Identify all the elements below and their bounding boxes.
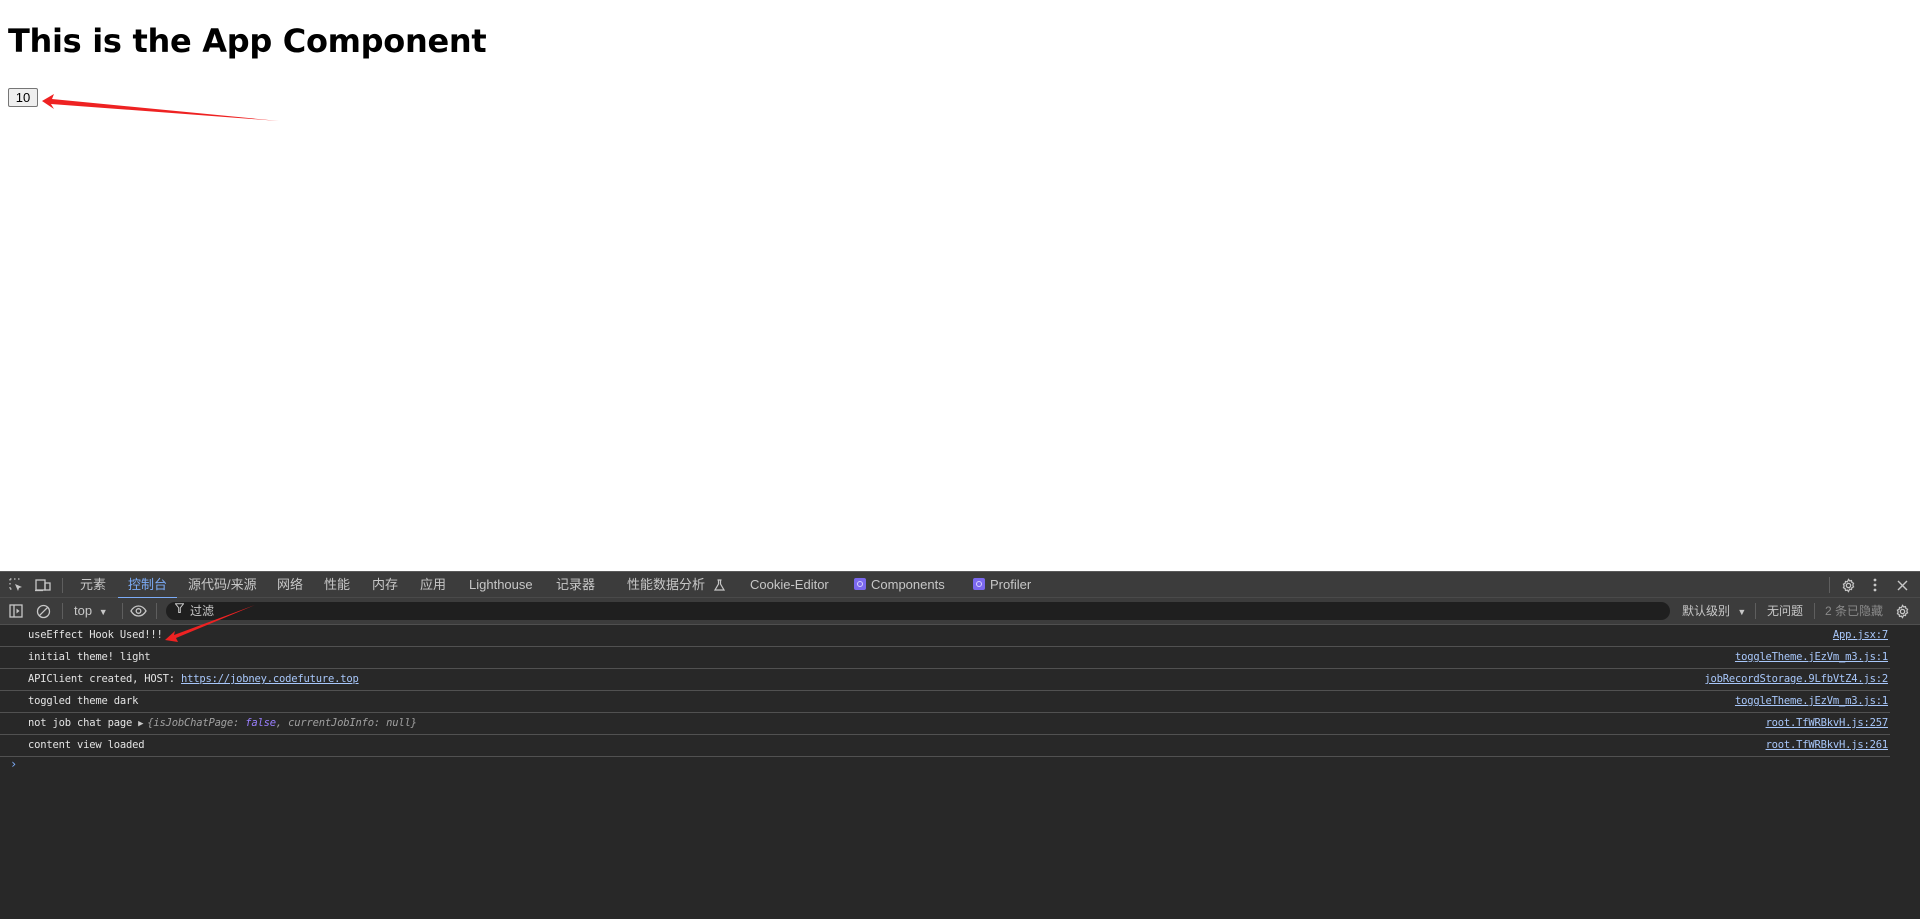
context-selector[interactable]: top ▼ xyxy=(74,598,108,624)
obj-key: isJobChatPage xyxy=(153,717,234,729)
console-message: toggled theme dark toggleTheme.jEzVm_m3.… xyxy=(0,691,1890,713)
log-level-dropdown[interactable]: 默认级别 ▼ xyxy=(1682,598,1746,624)
settings-gear-icon[interactable] xyxy=(1839,576,1857,594)
console-message: useEffect Hook Used!!! App.jsx:7 xyxy=(0,625,1890,647)
react-icon xyxy=(973,578,985,590)
console-message-source-link[interactable]: App.jsx:7 xyxy=(1833,629,1888,641)
console-prompt-row[interactable]: › xyxy=(0,757,1920,779)
console-message-source-link[interactable]: root.TfWRBkvH.js:257 xyxy=(1766,717,1889,729)
console-message-text: content view loaded xyxy=(28,739,145,751)
inspect-element-icon[interactable] xyxy=(7,576,25,594)
filter-funnel-icon xyxy=(174,603,185,616)
expand-object-triangle-icon[interactable]: ▶ xyxy=(138,719,143,729)
live-expression-eye-icon[interactable] xyxy=(129,602,147,620)
tab-console[interactable]: 控制台 xyxy=(117,572,178,599)
tab-performance-insights-label: 性能数据分析 xyxy=(627,577,706,592)
divider xyxy=(1814,603,1815,619)
tab-application[interactable]: 应用 xyxy=(420,572,446,598)
console-message: content view loaded root.TfWRBkvH.js:261 xyxy=(0,735,1890,757)
more-options-icon[interactable] xyxy=(1866,576,1884,594)
console-message-text: APIClient created, HOST: https://jobney.… xyxy=(28,673,359,685)
context-selector-value: top xyxy=(74,603,93,618)
tab-recorder[interactable]: 记录器 xyxy=(556,572,595,598)
console-message-text: initial theme! light xyxy=(28,651,151,663)
divider xyxy=(156,603,157,619)
console-filter-input[interactable] xyxy=(190,602,1650,620)
console-message: initial theme! light toggleTheme.jEzVm_m… xyxy=(0,647,1890,669)
console-toolbar: top ▼ 默认级别 ▼ 无问题 2 条已隐藏 xyxy=(0,598,1920,625)
tab-lighthouse[interactable]: Lighthouse xyxy=(469,572,533,598)
hidden-messages-count: 2 条已隐藏 xyxy=(1825,604,1884,618)
obj-key: currentJobInfo xyxy=(288,717,374,729)
console-filter xyxy=(166,602,1670,620)
log-level-value: 默认级别 xyxy=(1682,604,1731,618)
page-heading: This is the App Component xyxy=(8,22,487,60)
console-message-source-link[interactable]: toggleTheme.jEzVm_m3.js:1 xyxy=(1735,651,1888,663)
tab-elements[interactable]: 元素 xyxy=(80,572,106,598)
dropdown-caret-icon: ▼ xyxy=(98,607,108,617)
divider xyxy=(62,603,63,619)
console-message-prefix: not job chat page xyxy=(28,717,133,729)
tab-react-components[interactable]: Components xyxy=(854,572,945,598)
console-message-source-link[interactable]: toggleTheme.jEzVm_m3.js:1 xyxy=(1735,695,1888,707)
tab-cookie-editor[interactable]: Cookie-Editor xyxy=(750,572,829,598)
clear-console-icon[interactable] xyxy=(34,602,52,620)
tab-react-profiler[interactable]: Profiler xyxy=(973,572,1031,598)
console-message-source-link[interactable]: root.TfWRBkvH.js:261 xyxy=(1766,739,1889,751)
console-message: APIClient created, HOST: https://jobney.… xyxy=(0,669,1890,691)
tab-performance[interactable]: 性能 xyxy=(324,572,350,598)
host-url-link[interactable]: https://jobney.codefuture.top xyxy=(181,673,359,685)
devtools-tab-bar: 元素 控制台 源代码/来源 网络 性能 内存 应用 Lighthouse 记录器… xyxy=(0,571,1920,599)
divider xyxy=(122,603,123,619)
obj-brace: } xyxy=(410,717,417,729)
tab-sources[interactable]: 源代码/来源 xyxy=(188,572,257,598)
console-message-text: toggled theme dark xyxy=(28,695,139,707)
console-message-text: not job chat page ▶ {isJobChatPage: false,… xyxy=(28,717,417,729)
flask-icon xyxy=(713,574,725,599)
annotation-arrow-button xyxy=(42,94,279,121)
console-message: not job chat page ▶ {isJobChatPage: false,… xyxy=(0,713,1890,735)
divider xyxy=(62,578,63,593)
obj-value-null: null xyxy=(386,717,411,729)
tab-performance-insights[interactable]: 性能数据分析 xyxy=(627,572,725,598)
divider xyxy=(1755,603,1756,619)
tab-react-components-label: Components xyxy=(871,577,945,592)
tab-memory[interactable]: 内存 xyxy=(372,572,398,598)
obj-separator: , xyxy=(275,717,289,729)
app-page: This is the App Component 10 xyxy=(0,0,1920,571)
device-toolbar-icon[interactable] xyxy=(34,576,52,594)
sidebar-toggle-icon[interactable] xyxy=(7,602,25,620)
console-messages: useEffect Hook Used!!! App.jsx:7 initial… xyxy=(0,625,1920,779)
issues-button[interactable]: 无问题 xyxy=(1767,598,1803,624)
tab-network[interactable]: 网络 xyxy=(277,572,303,598)
console-settings-gear-icon[interactable] xyxy=(1893,602,1911,620)
logged-object-preview[interactable]: {isJobChatPage: false, currentJobInfo: n… xyxy=(147,717,417,729)
console-prompt-chevron-icon: › xyxy=(10,757,18,771)
devtools-panel: 元素 控制台 源代码/来源 网络 性能 内存 应用 Lighthouse 记录器… xyxy=(0,571,1920,919)
divider xyxy=(1829,577,1830,593)
console-message-text: useEffect Hook Used!!! xyxy=(28,629,163,641)
react-icon xyxy=(854,578,866,590)
console-message-prefix: APIClient created, HOST: xyxy=(28,673,182,685)
counter-button[interactable]: 10 xyxy=(8,88,38,107)
close-devtools-icon[interactable] xyxy=(1893,576,1911,594)
dropdown-caret-icon: ▼ xyxy=(1737,607,1747,617)
console-message-source-link[interactable]: jobRecordStorage.9LfbVtZ4.js:2 xyxy=(1704,673,1888,685)
obj-value-boolean: false xyxy=(245,717,276,729)
tab-react-profiler-label: Profiler xyxy=(990,577,1032,592)
